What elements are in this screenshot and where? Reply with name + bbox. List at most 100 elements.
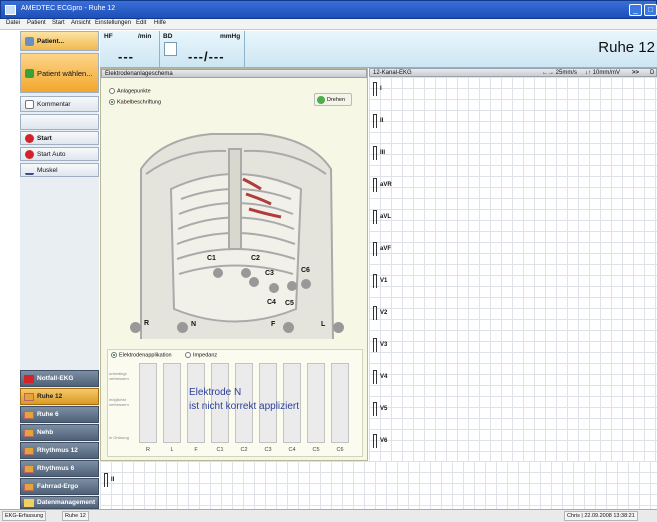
vitals-header: HF /min --- BD mmHg ---/--- Ruhe 12 xyxy=(100,31,657,68)
status-bar: EKG-Erfassung Ruhe 12 Chris | 22.09.2008… xyxy=(0,509,657,522)
electrode-f-dot xyxy=(283,322,294,333)
bar-label-c5: C5 xyxy=(312,447,320,453)
tab-application[interactable]: Elektrodenapplikation xyxy=(111,352,172,358)
status-mode: EKG-Erfassung xyxy=(2,511,47,521)
electrode-n-label: N xyxy=(191,321,197,328)
patient-select-button[interactable]: Patient wählen... xyxy=(20,53,99,93)
bar-label-r: R xyxy=(146,447,150,453)
option-cable[interactable]: Kabelbeschriftung xyxy=(109,99,161,105)
minimize-button[interactable]: _ xyxy=(629,4,642,16)
electrode-c3-label: C3 xyxy=(265,270,274,277)
rhythm-strip: II xyxy=(100,461,657,509)
nav-datenmanagement[interactable]: Datenmanagement xyxy=(20,496,99,509)
status-exam: Ruhe 12 xyxy=(62,511,89,521)
nav-label: Notfall-EKG xyxy=(37,375,74,382)
menu-einstellungen[interactable]: Einstellungen xyxy=(95,20,131,26)
menu-edit[interactable]: Edit xyxy=(136,20,146,26)
muscle-label: Muskel xyxy=(37,166,58,174)
scale-mid: möglichst verbessern xyxy=(109,397,129,407)
ecg-icon xyxy=(24,392,34,401)
electrode-f-label: F xyxy=(271,321,276,328)
hf-label: HF xyxy=(104,33,113,40)
nav-label: Rhythmus 6 xyxy=(37,465,75,472)
cuff-icon[interactable] xyxy=(164,42,177,56)
nav-rhythmus-6[interactable]: Rhythmus 6 xyxy=(20,460,99,477)
tab-impedance[interactable]: Impedanz xyxy=(185,352,217,358)
nav-label: Ruhe 12 xyxy=(37,393,63,400)
ecg-icon xyxy=(24,482,34,491)
ekg-grid xyxy=(369,77,657,461)
menu-ansicht[interactable]: Ansicht xyxy=(71,20,91,26)
comment-icon xyxy=(25,99,34,109)
electrode-c1-dot xyxy=(213,268,223,278)
patient-icon xyxy=(25,36,34,46)
electrode-c3-dot xyxy=(249,277,259,287)
lead-avl: aVL xyxy=(373,210,391,224)
muscle-button[interactable]: Muskel xyxy=(20,163,99,177)
nav-ruhe-12[interactable]: Ruhe 12 xyxy=(20,388,99,405)
option-cable-label: Kabelbeschriftung xyxy=(117,99,162,106)
ekg-nav-label[interactable]: D xyxy=(650,69,654,77)
electrode-c6-dot xyxy=(301,279,311,289)
start-button[interactable]: Start xyxy=(20,131,99,145)
radio-selected-icon xyxy=(111,352,117,358)
impedance-bar-l xyxy=(163,363,181,443)
electrode-c4-dot xyxy=(269,283,279,293)
nav-label: Ruhe 6 xyxy=(37,411,59,418)
start-auto-label: Start Auto xyxy=(37,150,66,158)
hf-unit: /min xyxy=(138,33,152,40)
patient-label: Patient... xyxy=(37,37,65,45)
mode-title: Ruhe 12 xyxy=(598,39,655,56)
amplitude-control[interactable]: ↓↑ 10mm/mV xyxy=(585,69,620,77)
rotate-label: Drehen xyxy=(327,96,346,103)
record-icon xyxy=(25,133,34,143)
scale-top: unbedingt verbessern xyxy=(109,371,129,381)
electrode-c5-dot xyxy=(287,281,297,291)
maximize-button[interactable]: □ xyxy=(644,4,657,16)
window-title: AMEDTEC ECGpro - Ruhe 12 xyxy=(21,5,116,12)
electrode-c2-label: C2 xyxy=(251,255,260,262)
start-auto-button[interactable]: Start Auto xyxy=(20,147,99,161)
thorax-diagram xyxy=(140,133,334,340)
menu-patient[interactable]: Patient xyxy=(27,20,46,26)
record-auto-icon xyxy=(25,149,34,159)
title-bar: AMEDTEC ECGpro - Ruhe 12 _ □ xyxy=(0,0,657,19)
bd-label: BD xyxy=(163,33,173,40)
electrode-c4-label: C4 xyxy=(267,299,276,306)
speed-control[interactable]: ←→ 25mm/s xyxy=(542,69,577,77)
nav-label: Rhythmus 12 xyxy=(37,447,78,454)
electrode-c2-dot xyxy=(241,268,251,278)
option-points[interactable]: Anlagepunkte xyxy=(109,88,151,94)
option-points-label: Anlagepunkte xyxy=(117,88,151,95)
empty-button[interactable] xyxy=(20,114,99,130)
radio-icon xyxy=(109,88,115,94)
tab-impedance-label: Impedanz xyxy=(193,352,218,359)
menu-hilfe[interactable]: Hilfe xyxy=(154,20,166,26)
electrode-c1-label: C1 xyxy=(207,255,216,262)
lead-i: I xyxy=(373,82,382,96)
rotate-button[interactable]: Drehen xyxy=(314,93,352,106)
nav-label: Datenmanagement xyxy=(37,499,96,506)
ekg-panel-header: 12-Kanal-EKG ←→ 25mm/s ↓↑ 10mm/mV >> D xyxy=(369,68,657,77)
lead-v2: V2 xyxy=(373,306,387,320)
bar-label-c4: C4 xyxy=(288,447,296,453)
next-icon[interactable]: >> xyxy=(632,69,639,77)
menu-datei[interactable]: Datei xyxy=(6,20,20,26)
ecg-icon xyxy=(24,428,34,437)
comment-button[interactable]: Kommentar xyxy=(20,96,99,112)
patient-button[interactable]: Patient... xyxy=(20,31,99,51)
nav-rhythmus-12[interactable]: Rhythmus 12 xyxy=(20,442,99,459)
lead-v6: V6 xyxy=(373,434,387,448)
nav-notfall-ekg[interactable]: Notfall-EKG xyxy=(20,370,99,387)
nav-ruhe-6[interactable]: Ruhe 6 xyxy=(20,406,99,423)
nav-label: Nehb xyxy=(37,429,54,436)
radio-selected-icon xyxy=(109,99,115,105)
lead-iii: III xyxy=(373,146,385,160)
amplitude-value: 10mm/mV xyxy=(592,70,621,76)
lead-avr: aVR xyxy=(373,178,392,192)
nav-nehb[interactable]: Nehb xyxy=(20,424,99,441)
impedance-bar-r xyxy=(139,363,157,443)
menu-start[interactable]: Start xyxy=(52,20,65,26)
nav-fahrrad-ergo[interactable]: Fahrrad-Ergo xyxy=(20,478,99,495)
bar-label-c3: C3 xyxy=(264,447,272,453)
